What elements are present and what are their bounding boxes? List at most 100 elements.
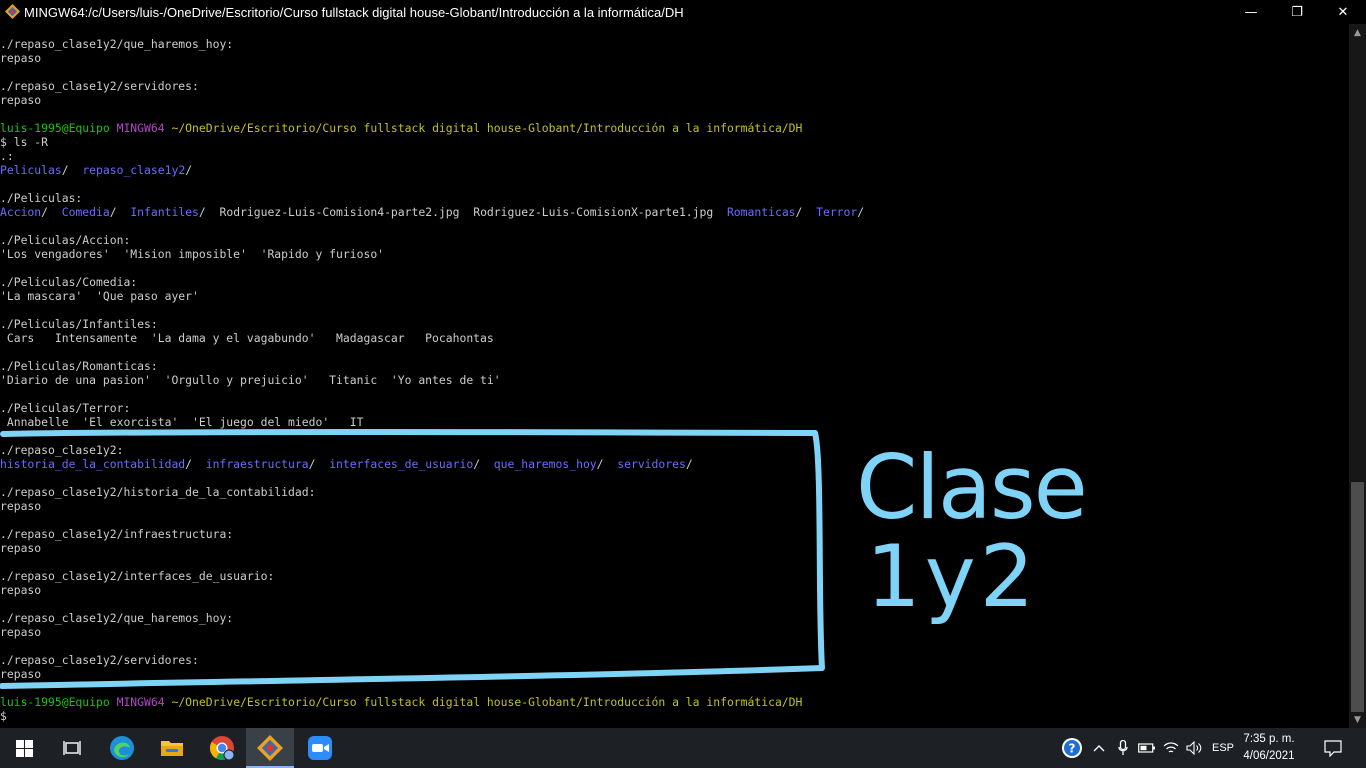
taskbar-file-explorer[interactable]	[148, 728, 196, 768]
terminal-line: ./repaso_clase1y2/que_haremos_hoy:	[0, 37, 1349, 51]
terminal-text-segment: Terror	[816, 205, 858, 219]
terminal-line: repaso	[0, 51, 1349, 65]
show-hidden-icons-button[interactable]	[1088, 728, 1110, 768]
terminal-line: ./repaso_clase1y2/servidores:	[0, 653, 1349, 667]
terminal-line: repaso	[0, 541, 1349, 555]
taskbar-git-bash[interactable]	[246, 728, 294, 768]
terminal-text-segment: /	[61, 163, 83, 177]
terminal-text-segment: ./repaso_clase1y2/que_haremos_hoy:	[0, 37, 234, 51]
terminal-text-segment: /	[857, 205, 865, 219]
terminal-text-segment: /	[596, 457, 618, 471]
terminal-text-segment: ./repaso_clase1y2/servidores:	[0, 653, 199, 667]
terminal-line: ./Peliculas/Accion:	[0, 233, 1349, 247]
terminal-text-segment: Accion	[0, 205, 42, 219]
terminal-line: ./Peliculas/Comedia:	[0, 275, 1349, 289]
volume-tray[interactable]	[1184, 728, 1206, 768]
terminal-line: ./Peliculas/Infantiles:	[0, 317, 1349, 331]
window-title: MINGW64:/c/Users/luis-/OneDrive/Escritor…	[24, 5, 684, 20]
terminal-text-segment: ./Peliculas/Infantiles:	[0, 317, 158, 331]
terminal-line: 'Diario de una pasion' 'Orgullo y prejui…	[0, 373, 1349, 387]
terminal-text-segment: repaso	[0, 541, 42, 555]
taskbar-edge[interactable]	[98, 728, 146, 768]
microphone-tray[interactable]	[1112, 728, 1134, 768]
terminal-text-segment: Cars Intensamente 'La dama y el vagabund…	[0, 331, 494, 345]
terminal-text-segment: Peliculas	[0, 163, 62, 177]
speaker-icon	[1186, 741, 1202, 755]
start-button[interactable]	[0, 728, 48, 768]
task-view-icon	[63, 741, 81, 755]
terminal-text-segment: /	[185, 457, 206, 471]
terminal-line: repaso	[0, 667, 1349, 681]
scroll-down-arrow-icon[interactable]: ▼	[1349, 711, 1366, 728]
terminal-text-segment: 'Diario de una pasion' 'Orgullo y prejui…	[0, 373, 501, 387]
close-button[interactable]: ✕	[1320, 0, 1366, 24]
terminal-text-segment: ./repaso_clase1y2/infraestructura:	[0, 527, 234, 541]
terminal-text-segment: ./Peliculas/Romanticas:	[0, 359, 158, 373]
terminal-text-segment: repaso	[0, 93, 42, 107]
terminal-text-segment: interfaces_de_usuario	[329, 457, 474, 471]
terminal-text-segment: ./repaso_clase1y2/historia_de_la_contabi…	[0, 485, 316, 499]
terminal-text-segment: /	[473, 457, 494, 471]
scroll-thumb[interactable]	[1351, 482, 1364, 712]
chrome-icon	[209, 736, 235, 761]
battery-tray[interactable]	[1136, 728, 1158, 768]
terminal-text-segment: ./repaso_clase1y2/que_haremos_hoy:	[0, 611, 234, 625]
terminal-line: ./Peliculas/Terror:	[0, 401, 1349, 415]
terminal-output[interactable]: ./repaso_clase1y2/que_haremos_hoy: repaso…	[0, 37, 1349, 727]
terminal-text-segment: ./Peliculas/Comedia:	[0, 275, 138, 289]
taskbar-chrome[interactable]	[198, 728, 246, 768]
taskbar-zoom[interactable]	[296, 728, 344, 768]
git-bash-icon	[5, 4, 20, 19]
terminal-text-segment: ./repaso_clase1y2/interfaces_de_usuario:	[0, 569, 275, 583]
taskbar-clock[interactable]: 7:35 p. m. 4/06/2021	[1238, 731, 1300, 765]
terminal-text-segment: repaso	[0, 583, 42, 597]
terminal-text-segment: Infantiles	[130, 205, 199, 219]
terminal-text-segment: historia_de_la_contabilidad	[0, 457, 186, 471]
terminal-line: Peliculas/ repaso_clase1y2/	[0, 163, 1349, 177]
terminal-line: repaso	[0, 93, 1349, 107]
action-center-button[interactable]	[1318, 728, 1348, 768]
terminal-line: Accion/ Comedia/ Infantiles/ Rodriguez-L…	[0, 205, 1349, 219]
terminal-line: ./Peliculas/Romanticas:	[0, 359, 1349, 373]
terminal-text-segment: Annabelle 'El exorcista' 'El juego del m…	[0, 415, 364, 429]
window-titlebar: MINGW64:/c/Users/luis-/OneDrive/Escritor…	[0, 0, 1366, 24]
terminal-scrollbar[interactable]: ▲ ▼	[1349, 24, 1366, 728]
terminal-text-segment: /	[185, 163, 193, 177]
terminal-line: luis-1995@Equipo MINGW64 ~/OneDrive/Escr…	[0, 121, 1349, 135]
terminal-text-segment: ~/OneDrive/Escritorio/Curso fullstack di…	[171, 695, 803, 709]
network-tray[interactable]	[1160, 728, 1182, 768]
task-view-button[interactable]	[48, 728, 96, 768]
minimize-button[interactable]: —	[1228, 0, 1274, 24]
terminal-text-segment: /	[109, 205, 131, 219]
terminal-text-segment: repaso_clase1y2	[82, 163, 186, 177]
terminal-text-segment: Romanticas	[726, 205, 796, 219]
terminal-line: historia_de_la_contabilidad/ infraestruc…	[0, 457, 1349, 471]
windows-icon	[15, 739, 33, 757]
terminal-line: ./repaso_clase1y2/servidores:	[0, 79, 1349, 93]
wifi-icon	[1163, 742, 1179, 753]
terminal-line: ./repaso_clase1y2/que_haremos_hoy:	[0, 611, 1349, 625]
terminal-line: ./repaso_clase1y2/interfaces_de_usuario:	[0, 569, 1349, 583]
zoom-icon	[308, 736, 332, 760]
terminal-line: luis-1995@Equipo MINGW64 ~/OneDrive/Escr…	[0, 695, 1349, 709]
terminal-text-segment: MINGW64	[116, 121, 172, 135]
edge-icon	[110, 736, 134, 760]
terminal-text-segment: repaso	[0, 625, 42, 639]
terminal-text-segment: repaso	[0, 51, 42, 65]
scroll-up-arrow-icon[interactable]: ▲	[1349, 24, 1366, 41]
maximize-button[interactable]: ❐	[1274, 0, 1320, 24]
input-language[interactable]: ESP	[1208, 728, 1238, 768]
terminal-line: ./Peliculas:	[0, 191, 1349, 205]
terminal-text-segment: $	[0, 709, 7, 723]
help-tray[interactable]: ?	[1058, 728, 1086, 768]
terminal-text-segment: repaso	[0, 667, 42, 681]
